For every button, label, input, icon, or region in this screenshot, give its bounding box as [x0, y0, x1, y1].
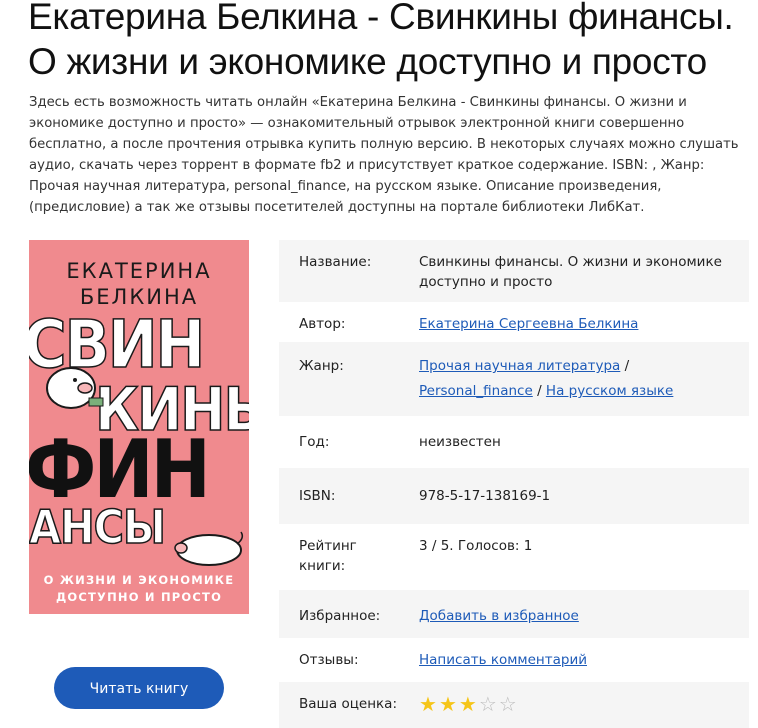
cover-word-4: АНСЫ [29, 500, 167, 554]
author-link[interactable]: Екатерина Сергеевна Белкина [419, 316, 638, 332]
pig-illustration-top [46, 367, 104, 409]
isbn-label: ISBN: [299, 488, 336, 504]
name-label: Название: [299, 254, 372, 270]
add-to-favorites-link[interactable]: Добавить в избранное [419, 608, 579, 624]
book-info-table: Название: Свинкины финансы. О жизни и эк… [279, 240, 749, 728]
info-row-author: Автор: Екатерина Сергеевна Белкина [279, 302, 749, 342]
author-label: Автор: [299, 316, 346, 332]
genre-separator: / [624, 358, 630, 374]
star-filled-icon[interactable]: ★ [419, 692, 439, 716]
isbn-value: 978-5-17-138169-1 [419, 488, 551, 504]
page-title: Екатерина Белкина - Свинкины финансы. О … [28, 0, 734, 82]
rating-label: Рейтинг книги: [299, 538, 357, 574]
write-comment-link[interactable]: Написать комментарий [419, 652, 587, 668]
info-row-rating: Рейтинг книги: 3 / 5. Голосов: 1 [279, 524, 749, 590]
your-rating-label: Ваша оценка: [299, 696, 398, 712]
star-filled-icon[interactable]: ★ [439, 692, 459, 716]
info-row-reviews: Отзывы: Написать комментарий [279, 638, 749, 682]
info-row-year: Год: неизвестен [279, 416, 749, 468]
info-row-name: Название: Свинкины финансы. О жизни и эк… [279, 240, 749, 302]
favorites-label: Избранное: [299, 608, 381, 624]
cover-author: ЕКАТЕРИНА БЕЛКИНА [66, 259, 212, 309]
name-value: Свинкины финансы. О жизни и экономике до… [419, 254, 722, 290]
rating-value: 3 / 5. Голосов: 1 [419, 538, 533, 554]
genre-label: Жанр: [299, 358, 344, 374]
book-cover[interactable]: ЕКАТЕРИНА БЕЛКИНА СВИН КИНЫ ФИН АНСЫ О Ж… [29, 240, 249, 614]
genre-link-russian[interactable]: На русском языке [546, 383, 673, 399]
star-empty-icon[interactable]: ☆ [499, 692, 519, 716]
info-row-favorites: Избранное: Добавить в избранное [279, 590, 749, 638]
read-book-button[interactable]: Читать книгу [54, 667, 224, 709]
pig-illustration-bottom [174, 531, 244, 566]
star-empty-icon[interactable]: ☆ [479, 692, 499, 716]
book-page: Екатерина Белкина - Свинкины финансы. О … [0, 0, 758, 728]
year-value: неизвестен [419, 434, 501, 450]
cover-subtitle: О ЖИЗНИ И ЭКОНОМИКЕ ДОСТУПНО И ПРОСТО [43, 573, 235, 604]
info-row-genre: Жанр: Прочая научная литература / Person… [279, 342, 749, 416]
info-row-your-rating: Ваша оценка: ★★★☆☆ [279, 682, 749, 728]
star-rating[interactable]: ★★★☆☆ [419, 694, 749, 714]
info-row-isbn: ISBN: 978-5-17-138169-1 [279, 468, 749, 524]
year-label: Год: [299, 434, 330, 450]
reviews-label: Отзывы: [299, 652, 359, 668]
book-description: Здесь есть возможность читать онлайн «Ек… [29, 95, 739, 215]
genre-separator: / [537, 383, 542, 399]
genre-link-science[interactable]: Прочая научная литература [419, 358, 620, 374]
star-filled-icon[interactable]: ★ [459, 692, 479, 716]
genre-link-personal-finance[interactable]: Personal_finance [419, 383, 533, 399]
cover-word-3: ФИН [29, 423, 211, 516]
